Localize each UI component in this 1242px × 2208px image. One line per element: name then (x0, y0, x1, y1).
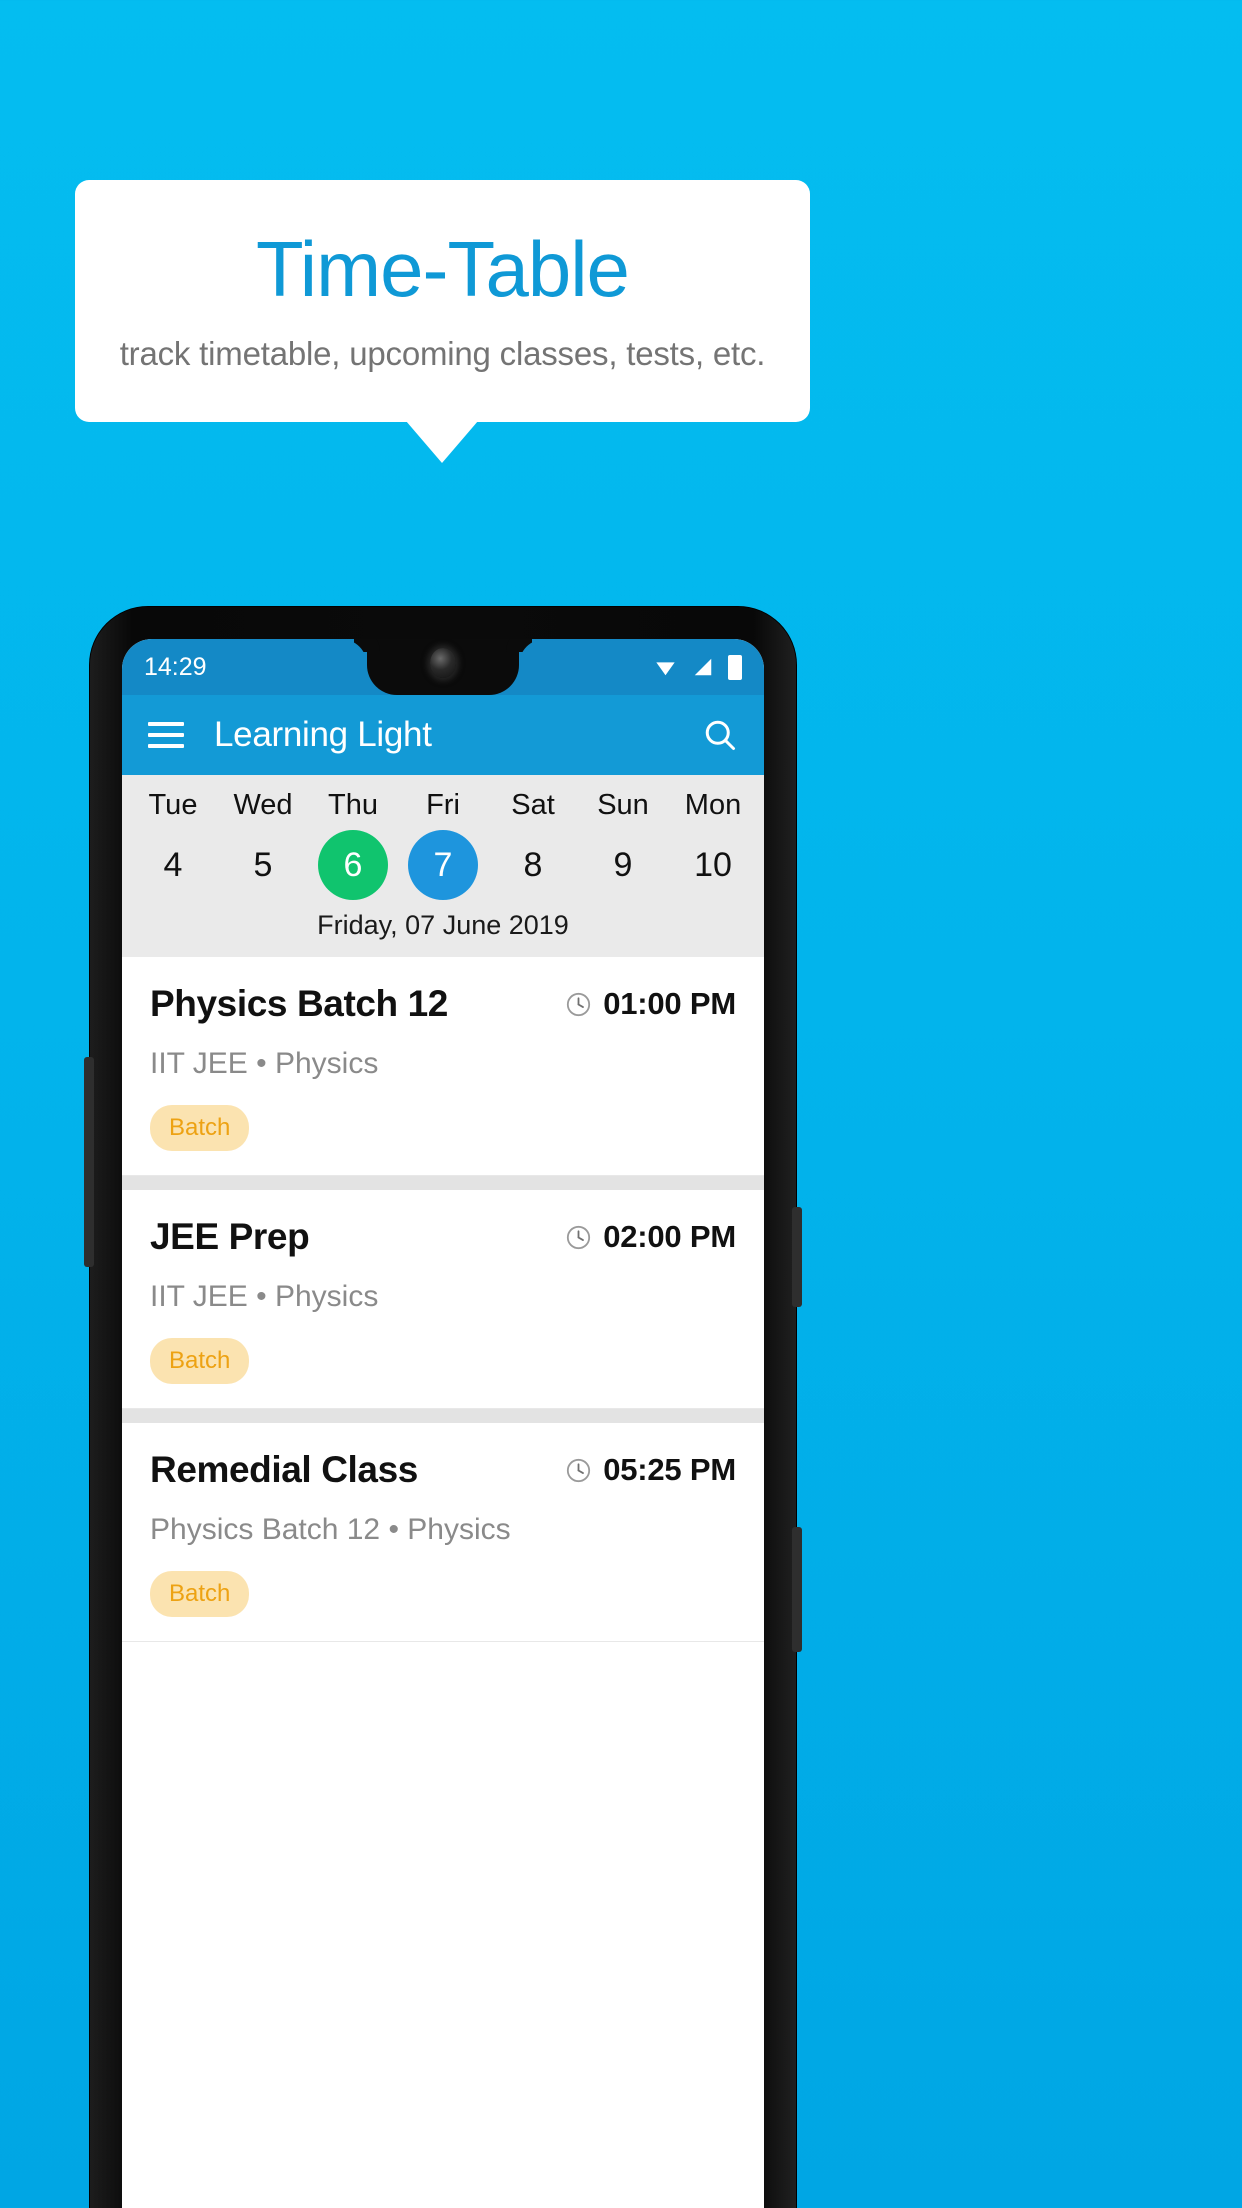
weekday-label: Sun (597, 789, 649, 821)
app-bar: Learning Light (122, 695, 764, 775)
hamburger-menu-icon[interactable] (148, 722, 184, 748)
event-subtitle: Physics Batch 12 • Physics (150, 1513, 511, 1546)
event-header: Physics Batch 12 01:00 PM (150, 983, 736, 1025)
callout-tail (406, 421, 478, 463)
clock-icon (567, 1458, 591, 1482)
event-subtitle: IIT JEE • Physics (150, 1280, 379, 1313)
day-number-cell[interactable]: 5 (218, 830, 308, 900)
event-time-group: 02:00 PM (565, 1219, 736, 1255)
event-subtitle: IIT JEE • Physics (150, 1047, 379, 1080)
day-number: 4 (163, 845, 183, 884)
list-separator (122, 1409, 764, 1423)
status-bar: 14:29 (122, 639, 764, 695)
promo-subtitle: track timetable, upcoming classes, tests… (119, 334, 766, 372)
list-separator (122, 1176, 764, 1190)
day-number-selected: 7 (408, 830, 478, 900)
day-number: 5 (253, 845, 273, 884)
clock-icon (567, 992, 591, 1016)
weekday-label: Tue (148, 789, 198, 821)
weekday-cell[interactable]: Wed (218, 789, 308, 822)
date-strip: Tue Wed Thu Fri Sat Sun Mon 4 5 6 7 8 9 … (122, 775, 764, 957)
promo-callout-card: Time-Table track timetable, upcoming cla… (75, 180, 810, 422)
day-number-cell[interactable]: 9 (578, 830, 668, 900)
weekday-label: Sat (511, 789, 555, 821)
event-card[interactable]: JEE Prep 02:00 PM IIT JEE • Physics Batc… (122, 1190, 764, 1409)
event-time-group: 05:25 PM (565, 1452, 736, 1488)
weekday-label: Fri (426, 789, 460, 821)
app-title: Learning Light (214, 715, 432, 754)
weekday-cell[interactable]: Sun (578, 789, 668, 822)
day-number: 8 (523, 845, 543, 884)
event-time-group: 01:00 PM (565, 986, 736, 1022)
battery-icon (728, 654, 742, 680)
event-time: 05:25 PM (603, 1452, 736, 1487)
selected-date-label: Friday, 07 June 2019 (317, 910, 569, 940)
event-type-badge: Batch (150, 1105, 250, 1151)
signal-icon (694, 658, 712, 676)
device-volume-button[interactable] (792, 1207, 802, 1307)
phone-screen: 14:29 Learning Light Tue Wed Thu Fri Sat… (122, 639, 764, 2208)
weekday-cell[interactable]: Thu (308, 789, 398, 822)
front-camera-icon (430, 648, 456, 678)
day-number-cell[interactable]: 8 (488, 830, 578, 900)
event-list: Physics Batch 12 01:00 PM IIT JEE • Phys… (122, 957, 764, 1642)
day-number-cell-today[interactable]: 6 (308, 830, 398, 900)
status-bar-icons (653, 654, 742, 680)
weekday-cell[interactable]: Sat (488, 789, 578, 822)
weekday-name-row: Tue Wed Thu Fri Sat Sun Mon (122, 789, 764, 822)
event-card[interactable]: Physics Batch 12 01:00 PM IIT JEE • Phys… (122, 957, 764, 1176)
weekday-label: Thu (328, 789, 378, 821)
wifi-icon (656, 662, 675, 676)
event-time: 01:00 PM (603, 986, 736, 1021)
display-notch (367, 639, 519, 695)
day-number-row: 4 5 6 7 8 9 10 (122, 822, 764, 900)
day-number-cell-selected[interactable]: 7 (398, 830, 488, 900)
day-number: 9 (613, 845, 633, 884)
device-left-button[interactable] (84, 1057, 94, 1267)
day-number-cell[interactable]: 10 (668, 830, 758, 900)
promo-title: Time-Table (256, 225, 630, 314)
day-number-cell[interactable]: 4 (128, 830, 218, 900)
event-header: JEE Prep 02:00 PM (150, 1216, 736, 1258)
event-type-badge: Batch (150, 1571, 250, 1617)
event-type-badge: Batch (150, 1338, 250, 1384)
event-card[interactable]: Remedial Class 05:25 PM Physics Batch 12… (122, 1423, 764, 1642)
event-title: JEE Prep (150, 1216, 310, 1257)
phone-device-frame: 14:29 Learning Light Tue Wed Thu Fri Sat… (84, 607, 802, 2208)
weekday-cell[interactable]: Tue (128, 789, 218, 822)
device-power-button[interactable] (792, 1527, 802, 1652)
event-title: Physics Batch 12 (150, 983, 448, 1024)
clock-icon (567, 1225, 591, 1249)
weekday-label: Wed (233, 789, 293, 821)
event-title: Remedial Class (150, 1449, 418, 1490)
weekday-label: Mon (684, 789, 742, 821)
event-header: Remedial Class 05:25 PM (150, 1449, 736, 1491)
weekday-cell[interactable]: Fri (398, 789, 488, 822)
event-time: 02:00 PM (603, 1219, 736, 1254)
day-number: 10 (694, 845, 732, 884)
search-icon[interactable] (702, 717, 738, 753)
weekday-cell[interactable]: Mon (668, 789, 758, 822)
status-bar-clock: 14:29 (144, 652, 207, 681)
day-number-today: 6 (318, 830, 388, 900)
